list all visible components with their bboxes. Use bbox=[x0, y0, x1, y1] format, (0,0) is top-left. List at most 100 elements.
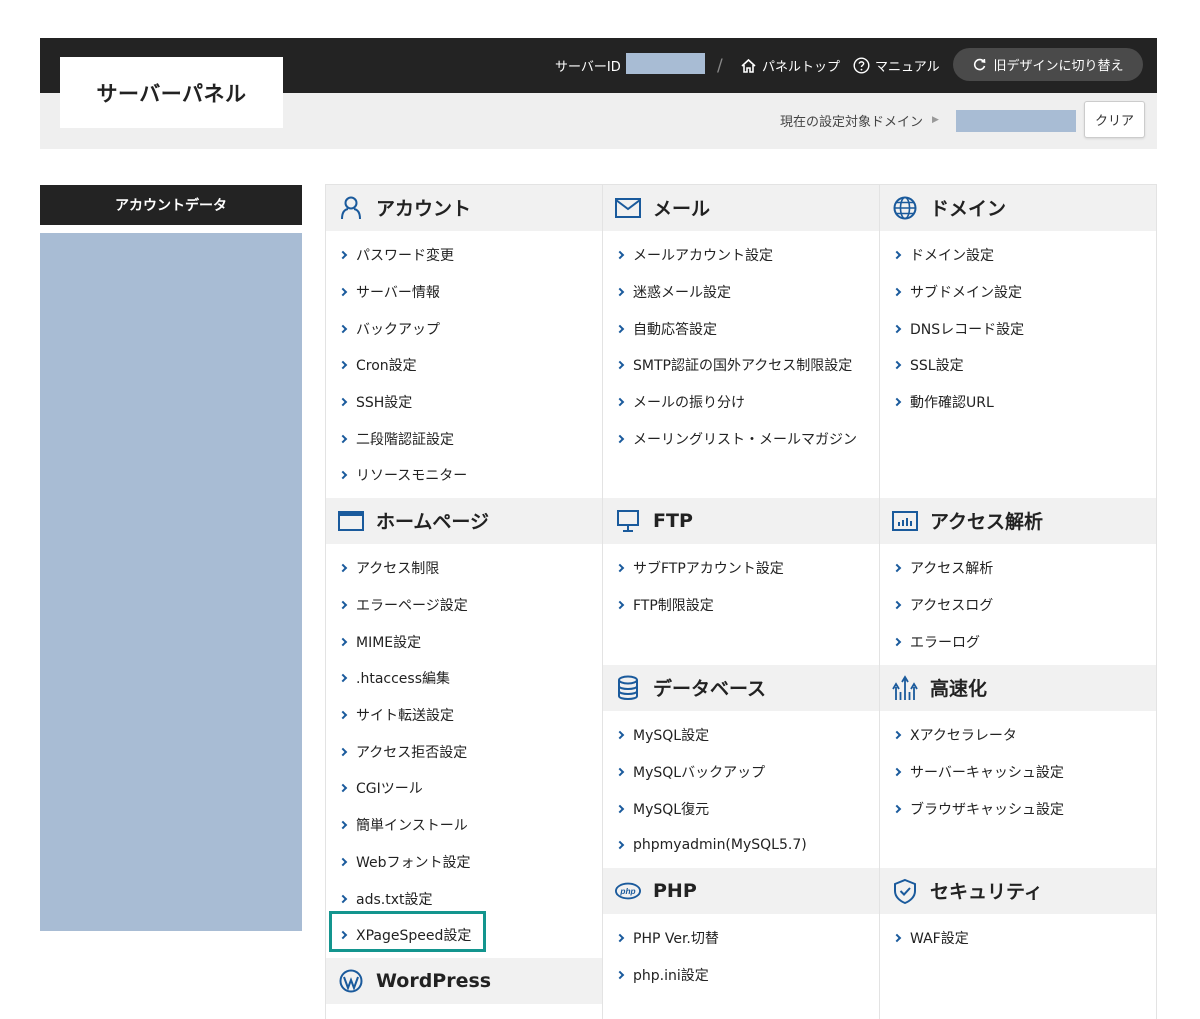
menu-item-link[interactable]: .htaccess編集 bbox=[326, 660, 602, 697]
menu-item-link[interactable]: エラーページ設定 bbox=[326, 587, 602, 624]
section-security: セキュリティ WAF設定 bbox=[880, 868, 1156, 957]
current-domain-value-masked[interactable] bbox=[956, 110, 1076, 132]
menu-item-link[interactable]: Cron設定 bbox=[326, 347, 602, 384]
chevron-right-icon bbox=[615, 841, 625, 850]
menu-item-label: Xアクセラレータ bbox=[910, 728, 1017, 745]
menu-item-link[interactable]: 迷惑メール設定 bbox=[603, 274, 879, 311]
chevron-right-icon bbox=[615, 397, 625, 407]
chevron-right-icon bbox=[615, 434, 625, 444]
menu-item-link[interactable]: php.ini設定 bbox=[603, 957, 879, 994]
section-header: アカウント bbox=[326, 185, 602, 231]
chevron-right-icon bbox=[338, 397, 348, 407]
chevron-right-icon bbox=[338, 471, 348, 480]
section-account: アカウント パスワード変更サーバー情報バックアップ Cron設定 SSH設定二段階認… bbox=[326, 185, 602, 494]
menu-item-link[interactable]: Xアクセラレータ bbox=[880, 717, 1156, 754]
menu-item-link[interactable]: パスワード変更 bbox=[326, 237, 602, 274]
menu-item-label: リソースモニター bbox=[356, 468, 468, 485]
menu-item-label: 動作確認URL bbox=[910, 395, 994, 412]
menu-item-link[interactable]: MySQLバックアップ bbox=[603, 754, 879, 791]
menu-item-link[interactable]: CGIツール bbox=[326, 770, 602, 807]
menu-item-link[interactable]: メーリングリスト・メールマガジン bbox=[603, 420, 879, 457]
php-icon-text: php bbox=[619, 886, 635, 896]
menu-item-label: バックアップ bbox=[356, 321, 440, 338]
menu-item-label: ドメイン設定 bbox=[910, 248, 994, 265]
menu-item-label: アクセス解析 bbox=[910, 561, 994, 578]
menu-item-link[interactable]: PHP Ver.切替 bbox=[603, 920, 879, 957]
menu-item-label: パスワード変更 bbox=[356, 248, 454, 265]
separator: / bbox=[717, 55, 723, 76]
server-id-value-masked bbox=[626, 53, 705, 74]
chevron-right-icon bbox=[615, 324, 625, 333]
section-header: アクセス解析 bbox=[880, 498, 1156, 544]
menu-item-label: エラーページ設定 bbox=[356, 598, 468, 615]
menu-item-link[interactable]: サーバーキャッシュ設定 bbox=[880, 754, 1156, 791]
old-design-button[interactable]: 旧デザインに切り替え bbox=[953, 48, 1143, 81]
menu-item-link[interactable]: バックアップ bbox=[326, 310, 602, 347]
menu-item-link[interactable]: エラーログ bbox=[880, 623, 1156, 660]
menu-item-link[interactable]: 動作確認URL bbox=[880, 384, 1156, 421]
menu-item-link[interactable]: FTP制限設定 bbox=[603, 587, 879, 624]
menu-item-link[interactable]: MySQL復元 bbox=[603, 790, 879, 827]
menu-item-link[interactable]: ドメイン設定 bbox=[880, 237, 1156, 274]
chevron-right-icon bbox=[615, 804, 625, 813]
section-php: php PHP PHP Ver.切替 php.ini設定 bbox=[603, 868, 879, 993]
section-header: WordPress bbox=[326, 958, 602, 1004]
server-id-label: サーバーID bbox=[555, 60, 621, 75]
clear-button[interactable]: クリア bbox=[1084, 101, 1145, 138]
menu-item-label: .htaccess編集 bbox=[356, 671, 450, 688]
menu-item-link[interactable]: ブラウザキャッシュ設定 bbox=[880, 790, 1156, 827]
chevron-right-icon bbox=[338, 564, 348, 573]
menu-item-link[interactable]: SSL設定 bbox=[880, 347, 1156, 384]
menu-item-link[interactable]: phpmyadmin(MySQL5.7) bbox=[603, 827, 879, 864]
menu-item-label: アクセスログ bbox=[910, 598, 994, 615]
highlight-frame bbox=[329, 911, 486, 952]
section-mail: メール メールアカウント設定 迷惑メール設定 自動応答設定 SMTP認証の国外アクセス… bbox=[603, 185, 879, 457]
menu-item-link[interactable]: 自動応答設定 bbox=[603, 310, 879, 347]
manual-link[interactable]: マニュアル bbox=[853, 38, 940, 93]
menu-item-link[interactable]: メールアカウント設定 bbox=[603, 237, 879, 274]
section-title: データベース bbox=[653, 678, 767, 700]
menu-item-link[interactable]: サーバー情報 bbox=[326, 274, 602, 311]
chevron-right-icon bbox=[338, 784, 348, 793]
logo[interactable]: サーバーパネル bbox=[60, 57, 283, 128]
menu-item-link[interactable]: アクセス制限 bbox=[326, 550, 602, 587]
menu-item-label: アクセス拒否設定 bbox=[356, 744, 468, 761]
panel-top-link[interactable]: パネルトップ bbox=[740, 38, 840, 93]
chevron-right-icon bbox=[338, 747, 348, 757]
menu-item-link[interactable]: 簡単インストール bbox=[326, 807, 602, 844]
chevron-right-icon bbox=[892, 934, 902, 943]
account-data-title: アカウントデータ bbox=[40, 185, 302, 225]
menu-item-link[interactable]: 二段階認証設定 bbox=[326, 420, 602, 457]
menu-item-label: 自動応答設定 bbox=[633, 321, 717, 338]
menu-item-label: WAF設定 bbox=[910, 931, 969, 948]
menu-item-link[interactable]: WAF設定 bbox=[880, 920, 1156, 957]
section-title: セキュリティ bbox=[930, 881, 1043, 903]
menu-item-link[interactable]: サブドメイン設定 bbox=[880, 274, 1156, 311]
menu-item-link[interactable]: メールの振り分け bbox=[603, 384, 879, 421]
chevron-right-icon bbox=[615, 934, 625, 943]
menu-item-link[interactable]: DNSレコード設定 bbox=[880, 310, 1156, 347]
chevron-right-icon bbox=[338, 287, 348, 297]
menu-item-label: SSH設定 bbox=[356, 395, 413, 412]
manual-label: マニュアル bbox=[875, 60, 940, 75]
section-title: アクセス解析 bbox=[930, 511, 1044, 533]
chevron-right-icon bbox=[892, 637, 902, 646]
menu-item-link[interactable]: アクセスログ bbox=[880, 587, 1156, 624]
menu-item-link[interactable]: アクセス拒否設定 bbox=[326, 733, 602, 770]
menu-item-link[interactable]: サイト転送設定 bbox=[326, 697, 602, 734]
section-title: WordPress bbox=[376, 969, 492, 992]
shield-check-icon bbox=[892, 878, 918, 904]
menu-item-link[interactable]: リソースモニター bbox=[326, 457, 602, 494]
menu-item-link[interactable]: MySQL設定 bbox=[603, 717, 879, 754]
menu-item-link[interactable]: SSH設定 bbox=[326, 384, 602, 421]
menu-item-link[interactable]: Webフォント設定 bbox=[326, 844, 602, 881]
chevron-right-icon bbox=[892, 324, 902, 333]
section-header: 高速化 bbox=[880, 665, 1156, 711]
menu-item-link[interactable]: SMTP認証の国外アクセス制限設定 bbox=[603, 347, 879, 384]
section-title: FTP bbox=[653, 509, 693, 532]
chevron-right-icon bbox=[338, 857, 348, 867]
menu-item-link[interactable]: MIME設定 bbox=[326, 623, 602, 660]
menu-item-link[interactable]: サブFTPアカウント設定 bbox=[603, 550, 879, 587]
chevron-right-icon bbox=[338, 600, 348, 610]
menu-item-link[interactable]: アクセス解析 bbox=[880, 550, 1156, 587]
